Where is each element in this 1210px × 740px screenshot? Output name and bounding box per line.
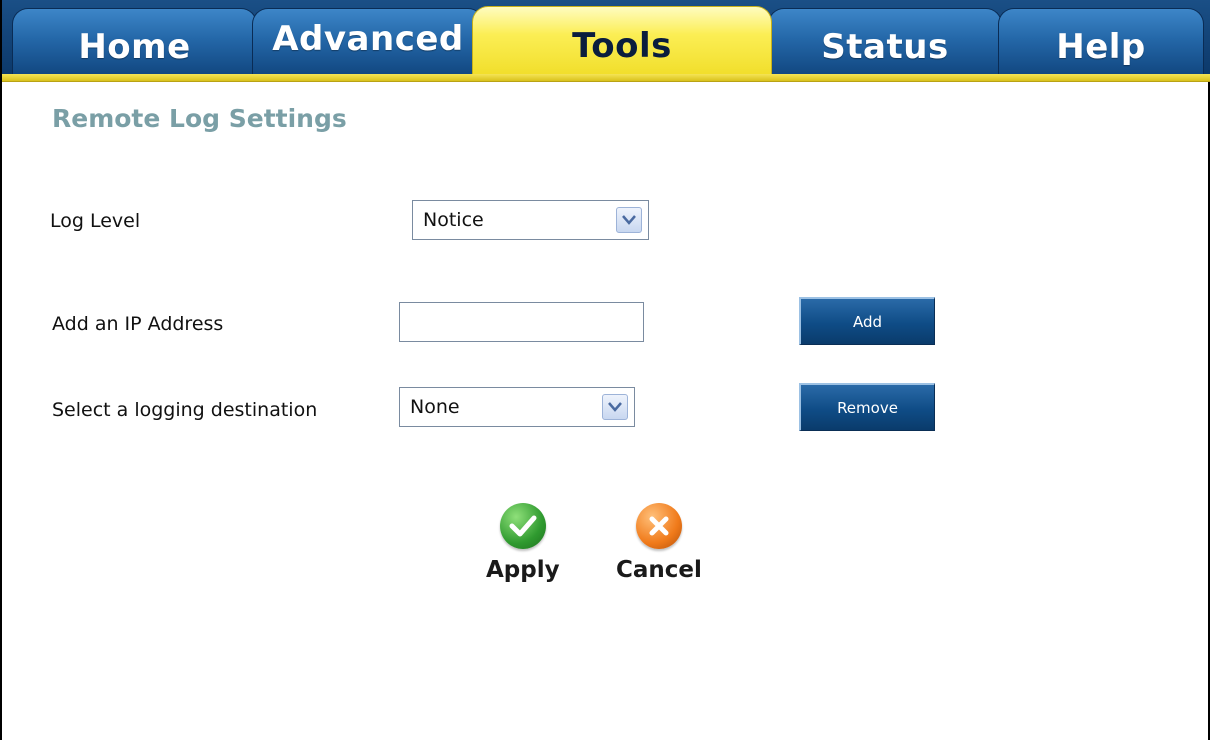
- log-level-label: Log Level: [50, 210, 141, 232]
- remove-button[interactable]: Remove: [799, 383, 935, 431]
- close-icon: [635, 503, 682, 549]
- cancel-label: Cancel: [616, 557, 702, 583]
- logging-destination-label: Select a logging destination: [52, 399, 318, 421]
- log-level-select[interactable]: Notice: [412, 200, 649, 240]
- chevron-down-icon: [602, 394, 628, 420]
- logging-destination-value: None: [410, 396, 460, 418]
- add-button-label: Add: [852, 312, 883, 331]
- checkmark-icon: [499, 503, 546, 549]
- apply-button[interactable]: Apply: [486, 503, 560, 583]
- tab-help[interactable]: Help: [998, 8, 1204, 76]
- ip-address-label: Add an IP Address: [52, 313, 224, 335]
- logging-destination-select[interactable]: None: [399, 387, 635, 427]
- remove-button-label: Remove: [837, 398, 898, 417]
- chevron-down-icon: [616, 207, 642, 233]
- tab-advanced-label: Advanced: [272, 18, 464, 59]
- tab-help-label: Help: [1056, 26, 1146, 67]
- tab-status[interactable]: Status: [768, 8, 1002, 76]
- tab-status-label: Status: [821, 26, 949, 67]
- apply-label: Apply: [486, 557, 560, 583]
- cancel-button[interactable]: Cancel: [616, 503, 702, 583]
- tab-tools-label: Tools: [572, 25, 672, 66]
- tab-tools[interactable]: Tools: [472, 6, 772, 76]
- page-title: Remote Log Settings: [52, 104, 347, 133]
- tab-home[interactable]: Home: [12, 8, 257, 76]
- tab-advanced[interactable]: Advanced: [252, 8, 484, 76]
- add-button[interactable]: Add: [799, 297, 935, 345]
- log-level-value: Notice: [423, 209, 484, 231]
- tab-bar-divider: [2, 74, 1210, 82]
- tab-home-label: Home: [78, 26, 191, 67]
- ip-address-input[interactable]: [399, 302, 644, 342]
- page-frame: Home Advanced Status Help Tools Remote L…: [0, 0, 1210, 740]
